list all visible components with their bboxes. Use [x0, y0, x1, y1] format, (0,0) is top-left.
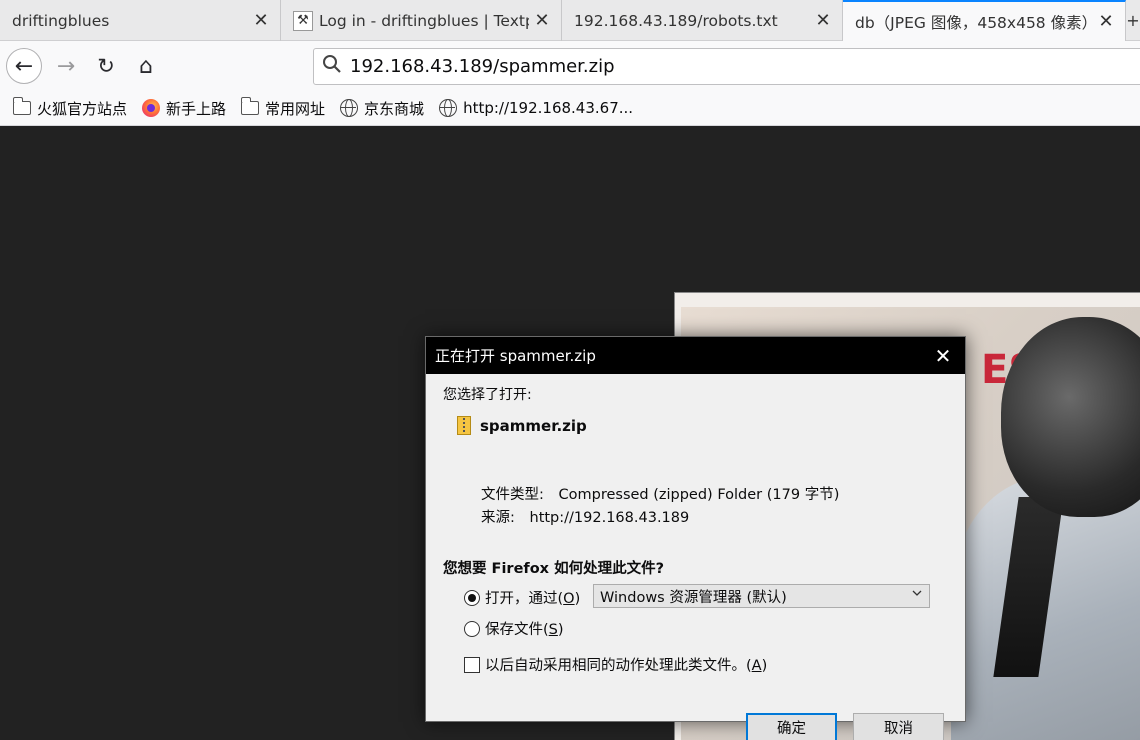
tab-db-jpeg[interactable]: db（JPEG 图像，458x458 像素） ✕ [843, 0, 1126, 41]
bookmark-label: 常用网址 [265, 99, 326, 118]
firefox-icon [141, 99, 161, 117]
bookmark-label: http://192.168.43.67... [463, 99, 634, 117]
tab-title: db（JPEG 图像，458x458 像素） [855, 13, 1093, 32]
tab-login[interactable]: ⚒ Log in - driftingblues | Textpa ✕ [281, 0, 562, 41]
open-file-dialog: 正在打开 spammer.zip ✕ 您选择了打开: spammer.zip 文… [425, 336, 966, 740]
url-bar[interactable]: 192.168.43.189/spammer.zip [313, 48, 1140, 85]
cancel-button[interactable]: 取消 [853, 713, 944, 740]
globe-icon [339, 99, 359, 117]
ok-button[interactable]: 确定 [746, 713, 837, 740]
chevron-down-icon [911, 587, 923, 602]
new-tab-button[interactable]: + [1126, 0, 1140, 41]
bookmark-jd[interactable]: 京东商城 [339, 98, 424, 119]
file-type-row: 文件类型: Compressed (zipped) Folder (179 字节… [481, 483, 839, 504]
home-button[interactable]: ⌂ [128, 48, 164, 84]
dialog-title: 正在打开 spammer.zip [435, 347, 596, 365]
open-with-option[interactable]: 打开，通过(O) [464, 587, 580, 608]
file-row: spammer.zip [457, 416, 587, 435]
file-type-value: Compressed (zipped) Folder (179 字节) [558, 487, 840, 503]
open-with-label: 打开，通过(O) [485, 591, 581, 607]
bookmark-common-sites[interactable]: 常用网址 [240, 97, 326, 119]
close-icon[interactable]: ✕ [1093, 11, 1119, 32]
close-icon[interactable]: ✕ [810, 10, 836, 31]
auto-action-option[interactable]: 以后自动采用相同的动作处理此类文件。(A) [464, 654, 767, 675]
back-button[interactable]: ← [6, 48, 42, 84]
close-icon[interactable]: ✕ [529, 10, 555, 31]
folder-icon [12, 97, 32, 117]
open-with-app-select[interactable]: Windows 资源管理器 (默认) [593, 584, 930, 608]
open-with-radio[interactable] [464, 589, 480, 606]
browser-window: driftingblues ✕ ⚒ Log in - driftingblues… [0, 0, 1140, 740]
tab-strip: driftingblues ✕ ⚒ Log in - driftingblues… [0, 0, 1140, 41]
auto-action-checkbox[interactable] [464, 656, 480, 673]
file-name: spammer.zip [480, 416, 587, 435]
handling-question: 您想要 Firefox 如何处理此文件? [443, 561, 664, 577]
bookmark-label: 新手上路 [166, 99, 227, 118]
tab-robots[interactable]: 192.168.43.189/robots.txt ✕ [562, 0, 843, 41]
open-with-app-value: Windows 资源管理器 (默认) [600, 589, 787, 606]
zip-file-icon [457, 416, 471, 435]
source-label: 来源: [481, 510, 515, 526]
source-row: 来源: http://192.168.43.189 [481, 506, 689, 527]
search-icon [314, 54, 350, 79]
navigation-bar: ← → ↻ ⌂ 192.168.43.189/spammer.zip [0, 41, 1140, 91]
bookmark-label: 京东商城 [364, 99, 425, 118]
folder-icon [240, 97, 260, 117]
forward-button[interactable]: → [48, 48, 84, 84]
close-icon[interactable]: ✕ [921, 337, 965, 374]
tab-driftingblues[interactable]: driftingblues ✕ [0, 0, 281, 41]
globe-icon [438, 99, 458, 117]
save-file-radio[interactable] [464, 620, 480, 637]
close-icon[interactable]: ✕ [248, 10, 274, 31]
reload-button[interactable]: ↻ [88, 48, 124, 84]
photo-face [1001, 317, 1140, 517]
tab-title: 192.168.43.189/robots.txt [574, 11, 778, 30]
source-value: http://192.168.43.189 [529, 510, 690, 526]
file-type-label: 文件类型: [481, 487, 544, 503]
save-file-label: 保存文件(S) [485, 622, 564, 638]
auto-action-label: 以后自动采用相同的动作处理此类文件。(A) [485, 658, 768, 674]
save-file-option[interactable]: 保存文件(S) [464, 618, 564, 639]
bookmarks-toolbar: 火狐官方站点 新手上路 常用网址 京东商城 http://192.168.43.… [0, 91, 1140, 126]
selected-label: 您选择了打开: [443, 387, 532, 403]
dialog-titlebar: 正在打开 spammer.zip ✕ [426, 337, 965, 374]
tools-icon: ⚒ [293, 10, 313, 31]
url-text[interactable]: 192.168.43.189/spammer.zip [350, 56, 615, 77]
dialog-body: 您选择了打开: spammer.zip 文件类型: Compressed (zi… [426, 374, 965, 740]
bookmark-ip[interactable]: http://192.168.43.67... [438, 99, 633, 117]
tab-title: driftingblues [12, 11, 110, 30]
tab-title: Log in - driftingblues | Textpa [319, 11, 529, 30]
bookmark-firefox-official[interactable]: 火狐官方站点 [12, 97, 128, 119]
bookmark-getting-started[interactable]: 新手上路 [141, 98, 226, 119]
bookmark-label: 火狐官方站点 [37, 99, 128, 118]
